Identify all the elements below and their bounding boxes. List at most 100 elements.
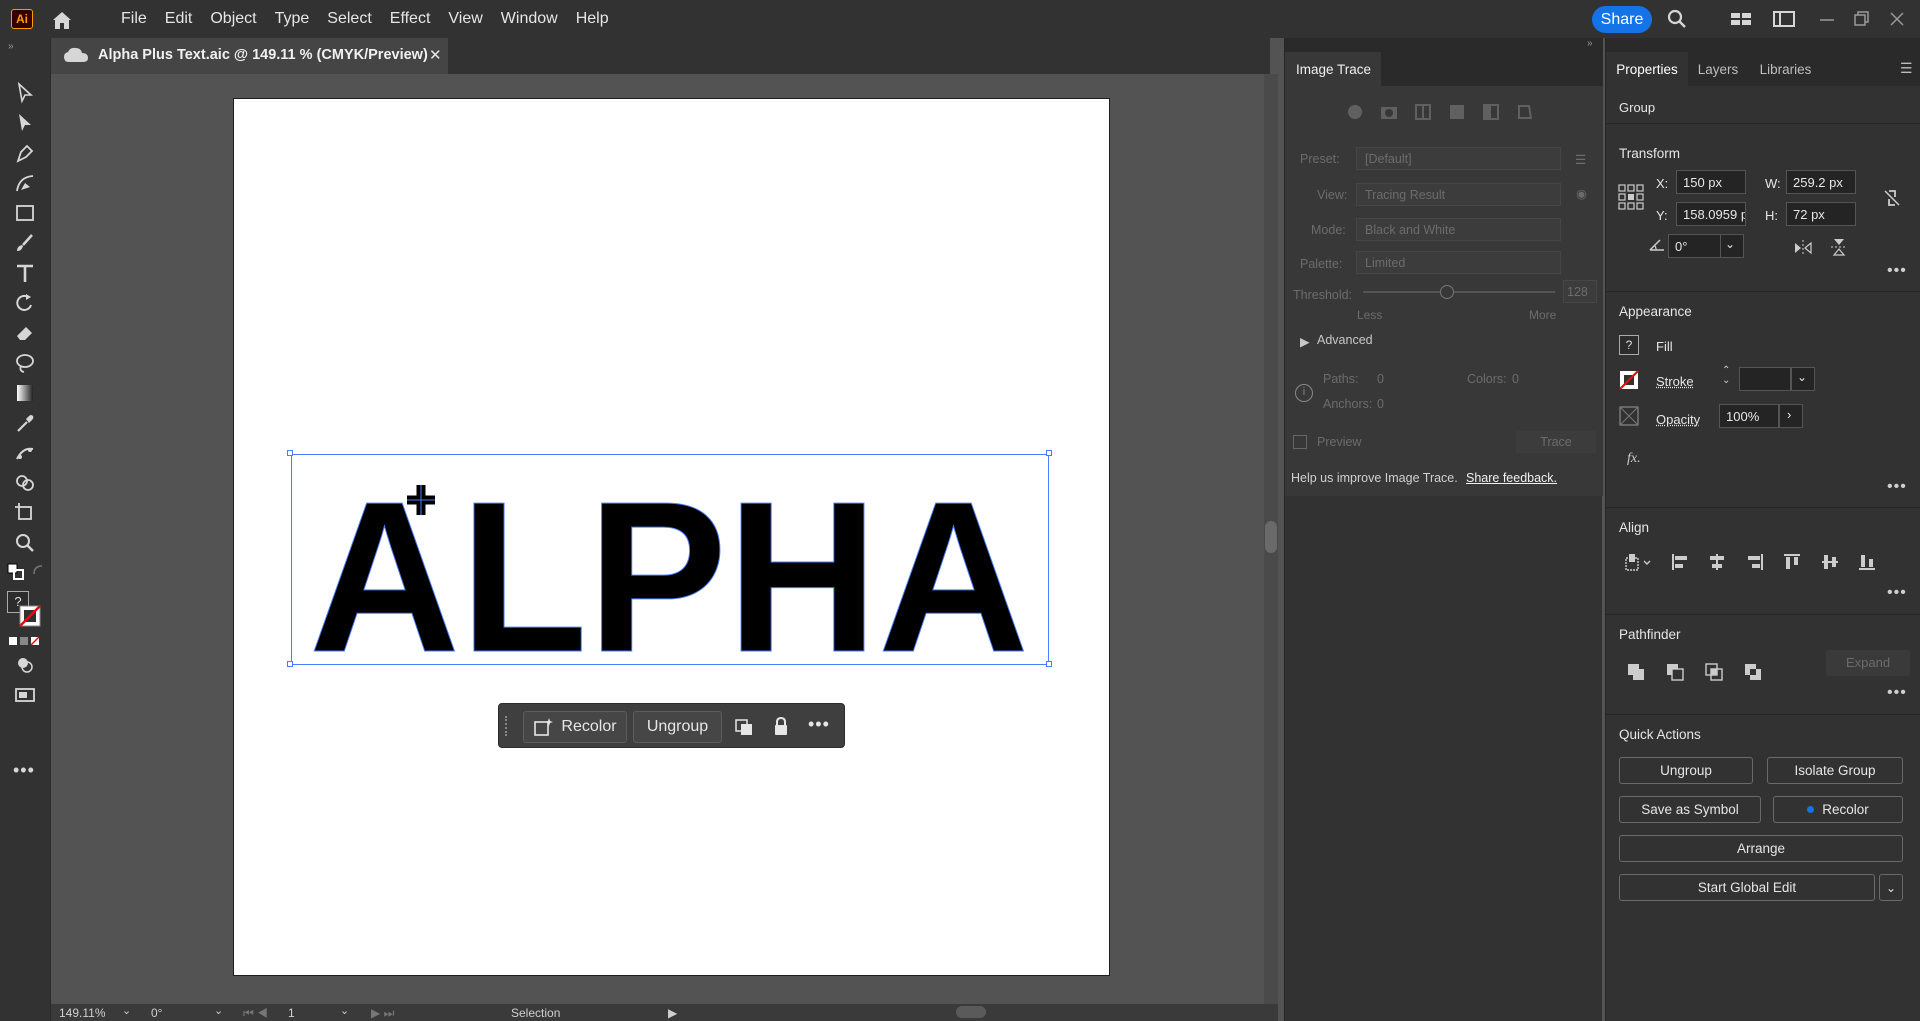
menu-object[interactable]: Object — [201, 0, 265, 38]
artboard-tool-icon[interactable] — [13, 501, 37, 525]
arrange-button[interactable]: Arrange — [1619, 835, 1903, 862]
direct-selection-tool-icon[interactable] — [13, 111, 37, 135]
preset-list-icon[interactable]: ☰ — [1575, 152, 1586, 167]
arrange-documents-icon[interactable] — [1730, 9, 1752, 29]
save-as-symbol-button[interactable]: Save as Symbol — [1619, 796, 1761, 823]
eraser-tool-icon[interactable] — [13, 321, 37, 345]
menu-view[interactable]: View — [439, 0, 491, 38]
menu-edit[interactable]: Edit — [156, 0, 202, 38]
status-menu-arrow[interactable]: ▶ — [668, 1006, 677, 1020]
minimize-icon[interactable] — [1816, 9, 1838, 29]
zoom-level[interactable]: 149.11% — [59, 1006, 105, 1020]
threshold-value[interactable]: 128 — [1563, 280, 1597, 303]
recolor-quick-button[interactable]: Recolor — [1773, 796, 1903, 823]
view-eye-icon[interactable]: ◉ — [1576, 186, 1587, 201]
artboard-number[interactable]: 1 — [288, 1006, 295, 1020]
threshold-slider-thumb[interactable] — [1440, 285, 1454, 299]
home-icon[interactable] — [50, 9, 74, 31]
pen-tool-icon[interactable] — [13, 141, 37, 165]
workspace-switcher-icon[interactable] — [1773, 9, 1795, 29]
reference-point-icon[interactable] — [1618, 184, 1644, 210]
resize-handle[interactable] — [1046, 661, 1052, 667]
align-horizontal-center-icon[interactable] — [1707, 552, 1727, 572]
stroke-none-swatch[interactable] — [19, 605, 41, 627]
stroke-swatch[interactable] — [1619, 370, 1639, 390]
menu-type[interactable]: Type — [266, 0, 319, 38]
stroke-label[interactable]: Stroke — [1656, 374, 1694, 389]
share-button[interactable]: Share — [1592, 6, 1652, 33]
width-field[interactable]: 259.2 px — [1786, 170, 1856, 194]
y-field[interactable]: 158.0959 p — [1676, 202, 1746, 226]
pathfinder-minus-front-icon[interactable] — [1665, 662, 1685, 682]
lasso-tool-icon[interactable] — [13, 351, 37, 375]
horizontal-scroll-thumb[interactable] — [956, 1006, 986, 1018]
advanced-disclosure-icon[interactable]: ▶ — [1300, 334, 1310, 349]
restore-icon[interactable] — [1851, 9, 1873, 29]
fx-icon[interactable]: fx. — [1627, 451, 1641, 467]
align-bottom-icon[interactable] — [1857, 552, 1877, 572]
tab-libraries[interactable]: Libraries — [1748, 52, 1823, 86]
paintbrush-tool-icon[interactable] — [13, 231, 37, 255]
trace-button[interactable]: Trace — [1516, 431, 1596, 453]
menu-window[interactable]: Window — [492, 0, 567, 38]
stroke-weight-field[interactable] — [1739, 367, 1791, 391]
type-tool-icon[interactable] — [13, 261, 37, 285]
recolor-button[interactable]: Recolor — [523, 711, 627, 743]
x-field[interactable]: 150 px — [1676, 170, 1746, 194]
selection-tool-icon[interactable] — [13, 81, 37, 105]
align-top-icon[interactable] — [1782, 552, 1802, 572]
color-mode-icons[interactable] — [8, 635, 42, 647]
collapse-toolbar-icon[interactable]: » — [8, 41, 14, 52]
selection-bounding-box[interactable] — [291, 454, 1049, 665]
align-vertical-center-icon[interactable] — [1820, 552, 1840, 572]
flip-vertical-icon[interactable] — [1831, 237, 1847, 257]
collapse-panel-icon[interactable]: » — [1587, 38, 1593, 49]
angle-dropdown[interactable]: ⌄ — [1720, 234, 1744, 258]
puppet-warp-tool-icon[interactable] — [13, 441, 37, 465]
gradient-tool-icon[interactable] — [13, 381, 37, 405]
pathfinder-more-icon[interactable]: ••• — [1887, 684, 1907, 702]
document-tab[interactable]: Alpha Plus Text.aic @ 149.11 % (CMYK/Pre… — [51, 38, 448, 74]
resize-handle[interactable] — [1046, 450, 1052, 456]
edit-toolbar-more-icon[interactable]: ••• — [13, 760, 35, 781]
shape-builder-tool-icon[interactable] — [13, 471, 37, 495]
advanced-label[interactable]: Advanced — [1317, 333, 1373, 347]
zoom-dropdown-icon[interactable]: ⌄ — [122, 1004, 131, 1017]
preset-select[interactable]: [Default] — [1356, 147, 1561, 170]
auto-color-icon[interactable] — [1345, 102, 1365, 122]
rotation-value[interactable]: 0° — [151, 1006, 162, 1020]
drag-handle[interactable] — [505, 716, 508, 736]
close-tab-icon[interactable]: ✕ — [429, 46, 442, 64]
rectangle-tool-icon[interactable] — [13, 201, 37, 225]
ungroup-quick-button[interactable]: Ungroup — [1619, 757, 1753, 784]
close-window-icon[interactable] — [1886, 9, 1908, 29]
pathfinder-exclude-icon[interactable] — [1743, 662, 1763, 682]
align-right-icon[interactable] — [1745, 552, 1765, 572]
pathfinder-unite-icon[interactable] — [1626, 662, 1646, 682]
artboard-nav-next[interactable]: ▶ ⏭ — [371, 1006, 394, 1021]
constrain-proportions-icon[interactable] — [1882, 188, 1902, 208]
global-edit-options-dropdown[interactable]: ⌄ — [1879, 874, 1903, 901]
transform-more-icon[interactable]: ••• — [1887, 262, 1907, 280]
opacity-label[interactable]: Opacity — [1656, 412, 1700, 427]
appearance-more-icon[interactable]: ••• — [1887, 478, 1907, 496]
expand-button[interactable]: Expand — [1826, 650, 1910, 676]
threshold-slider-track[interactable] — [1363, 291, 1555, 293]
black-and-white-icon[interactable] — [1481, 102, 1501, 122]
height-field[interactable]: 72 px — [1786, 202, 1856, 226]
curvature-tool-icon[interactable] — [13, 171, 37, 195]
view-select[interactable]: Tracing Result — [1356, 183, 1561, 206]
rotation-dropdown-icon[interactable]: ⌄ — [214, 1004, 223, 1017]
start-global-edit-button[interactable]: Start Global Edit — [1619, 874, 1875, 901]
opacity-field[interactable]: 100% — [1719, 404, 1779, 428]
palette-select[interactable]: Limited — [1356, 251, 1561, 274]
duplicate-icon[interactable] — [734, 718, 754, 736]
resize-handle[interactable] — [287, 661, 293, 667]
screen-mode-icon[interactable] — [14, 685, 36, 705]
resize-handle[interactable] — [287, 450, 293, 456]
grayscale-icon[interactable] — [1447, 102, 1467, 122]
preview-checkbox[interactable] — [1293, 435, 1307, 449]
panel-menu-icon[interactable]: ☰ — [1900, 60, 1913, 77]
artboard-dropdown-icon[interactable]: ⌄ — [340, 1004, 349, 1017]
artboard-nav-prev[interactable]: ⏮ ◀ — [243, 1006, 268, 1021]
